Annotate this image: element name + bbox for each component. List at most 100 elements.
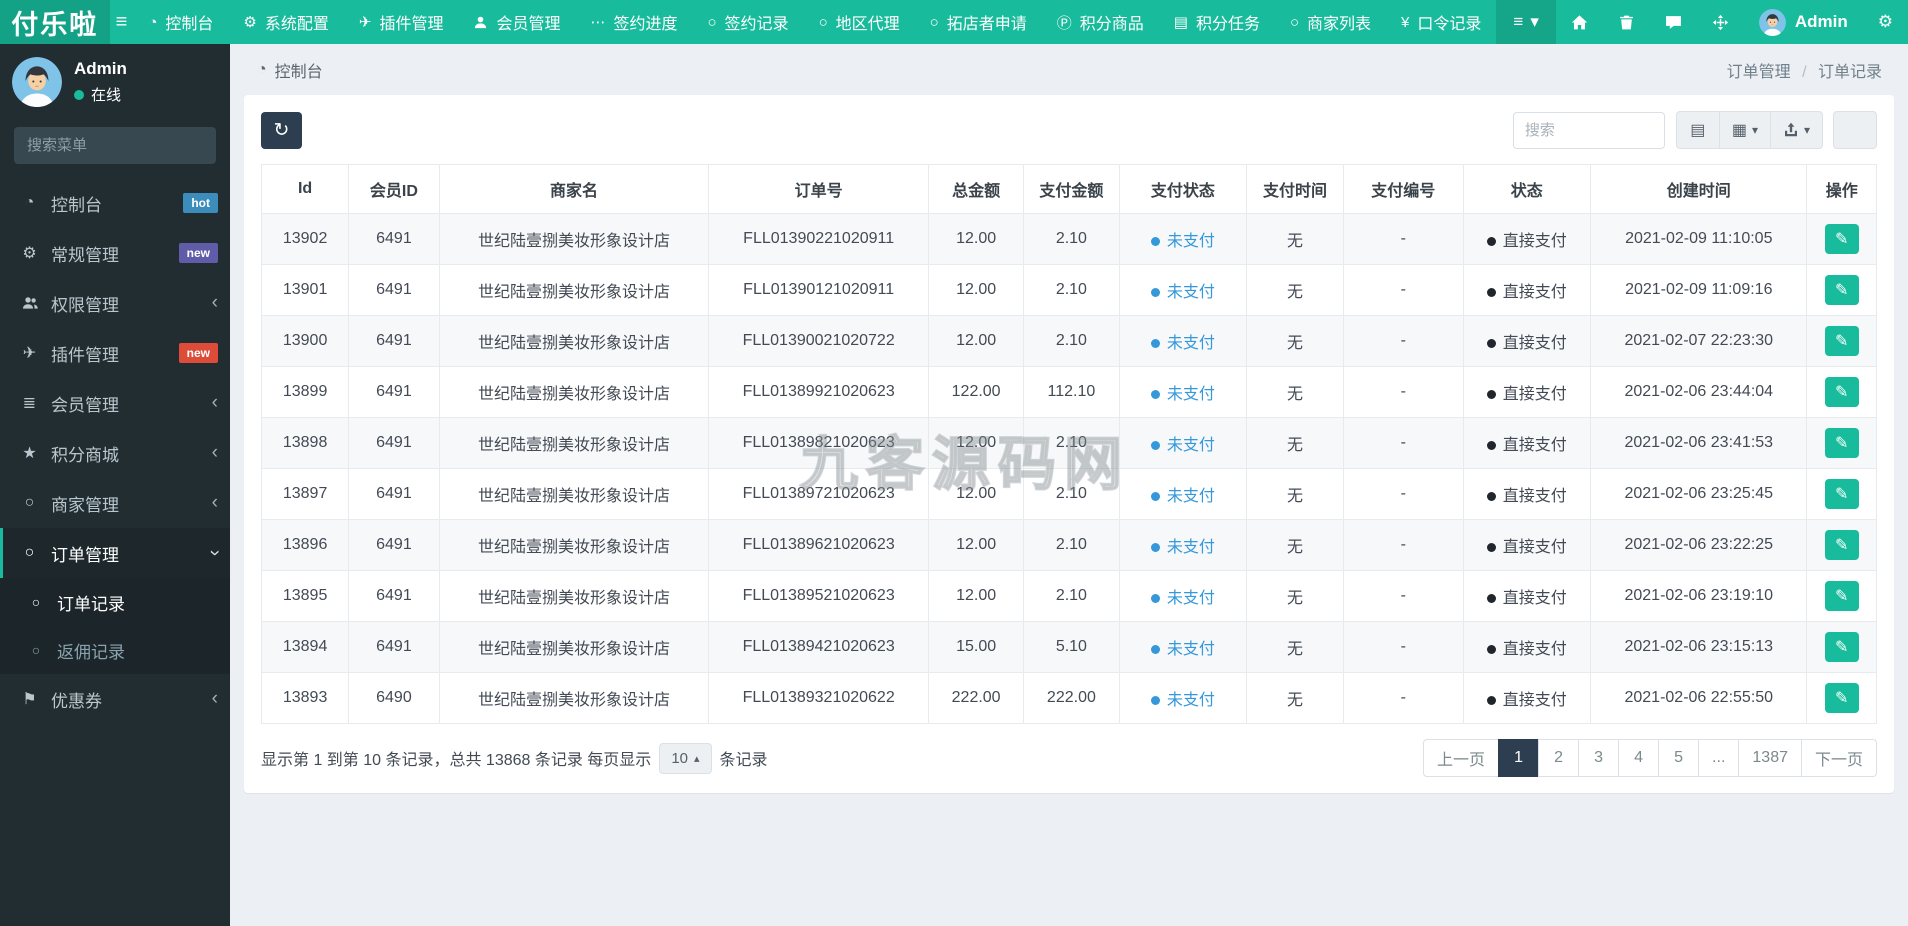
page-1[interactable]: 1 — [1498, 739, 1540, 777]
menu-search-input[interactable] — [14, 127, 216, 164]
page-prev[interactable]: 上一页 — [1423, 739, 1500, 777]
nav-item-plugins[interactable]: ✈ 插件管理 — [344, 0, 459, 44]
table-cell: 12.00 — [927, 468, 1025, 520]
table-cell: 世纪陆壹捌美妆形象设计店 — [438, 621, 710, 673]
home-button[interactable] — [1556, 0, 1603, 44]
advanced-search-button[interactable] — [1833, 111, 1877, 149]
order-status-badge: 直接支付 — [1462, 315, 1592, 367]
created-time-cell: 2021-02-06 23:41:53 — [1590, 417, 1808, 469]
page-next[interactable]: 下一页 — [1800, 739, 1877, 777]
sidebar-item-points-mall[interactable]: ★ 积分商城 ‹ — [0, 428, 230, 478]
online-status: 在线 — [74, 84, 127, 105]
edit-button[interactable]: ✎ — [1824, 428, 1859, 458]
gauge-icon: ◔ — [148, 13, 158, 31]
page-5[interactable]: 5 — [1658, 739, 1700, 777]
page-3[interactable]: 3 — [1578, 739, 1620, 777]
sidebar-item-permissions[interactable]: 权限管理 ‹ — [0, 278, 230, 328]
table-cell: 无 — [1246, 213, 1344, 265]
navbar-user[interactable]: Admin — [1744, 0, 1863, 44]
nav-item-dashboard[interactable]: ◔ 控制台 — [133, 0, 228, 44]
pencil-icon: ✎ — [1835, 690, 1849, 707]
table-cell: FLL01389421020623 — [708, 621, 929, 673]
badge-new: new — [178, 343, 218, 363]
content-header: ◔ 控制台 订单管理 / 订单记录 — [230, 44, 1908, 92]
edit-button[interactable]: ✎ — [1824, 377, 1859, 407]
nav-item-password-records[interactable]: ¥ 口令记录 — [1386, 0, 1496, 44]
status-dot-icon — [1150, 645, 1160, 654]
sidebar-item-dashboard[interactable]: ◔ 控制台 hot — [0, 178, 230, 228]
navbar-right: ≡ ▾ Admin ⚙ — [1496, 0, 1908, 44]
chevron-left-icon: ‹ — [211, 442, 218, 463]
export-button[interactable]: ▾ — [1769, 111, 1823, 149]
pencil-icon: ✎ — [1835, 333, 1849, 350]
breadcrumb-parent[interactable]: 订单管理 — [1727, 64, 1791, 81]
table-cell: 世纪陆壹捌美妆形象设计店 — [438, 366, 710, 418]
app-logo[interactable]: 付乐啦 — [0, 0, 110, 44]
page-ellipsis[interactable]: ... — [1698, 739, 1740, 777]
edit-button[interactable]: ✎ — [1824, 581, 1859, 611]
edit-button[interactable]: ✎ — [1824, 530, 1859, 560]
page-size-select[interactable]: 10 ▴ — [659, 742, 712, 774]
table-cell: 无 — [1246, 366, 1344, 418]
nav-item-store-applications[interactable]: ○ 拓店者申请 — [915, 0, 1042, 44]
navbar-dropdown-toggle[interactable]: ≡ ▾ — [1496, 0, 1556, 44]
nav-item-points-tasks[interactable]: ▤ 积分任务 — [1159, 0, 1275, 44]
nav-item-sign-progress[interactable]: ⋯ 签约进度 — [575, 0, 692, 44]
settings-gear-button[interactable]: ⚙ — [1863, 0, 1908, 44]
table-cell: 13902 — [260, 213, 350, 265]
clipboard-icon: ▤ — [1690, 122, 1706, 139]
refresh-button[interactable]: ↻ — [261, 111, 302, 149]
nav-item-region-agents[interactable]: ○ 地区代理 — [804, 0, 915, 44]
sidebar-toggle-icon[interactable]: ≡ — [110, 0, 134, 44]
edit-button[interactable]: ✎ — [1824, 326, 1859, 356]
nav-item-merchant-list[interactable]: ○ 商家列表 — [1275, 0, 1386, 44]
edit-button[interactable]: ✎ — [1824, 632, 1859, 662]
edit-button[interactable]: ✎ — [1824, 275, 1859, 305]
page-title: ◔ 控制台 — [257, 61, 323, 81]
nav-item-label: 签约进度 — [613, 16, 678, 33]
sidebar-item-orders[interactable]: ○ 订单管理 ‹ — [0, 528, 230, 578]
sidebar-item-merchants[interactable]: ○ 商家管理 ‹ — [0, 478, 230, 528]
sidebar-item-order-records[interactable]: ○ 订单记录 — [0, 578, 230, 626]
table-cell: - — [1343, 468, 1464, 520]
created-time-cell: 2021-02-06 23:19:10 — [1590, 570, 1808, 622]
nav-item-sign-records[interactable]: ○ 签约记录 — [692, 0, 803, 44]
pay-status-badge: 未支付 — [1118, 570, 1248, 622]
status-dot-icon — [1150, 339, 1160, 348]
page-2[interactable]: 2 — [1538, 739, 1580, 777]
created-time-cell: 2021-02-06 23:22:25 — [1590, 519, 1808, 571]
nav-item-label: 系统配置 — [264, 16, 329, 33]
page-4[interactable]: 4 — [1618, 739, 1660, 777]
status-dot-icon — [1486, 543, 1496, 552]
nav-item-label: 拓店者申请 — [946, 16, 1027, 33]
columns-button[interactable]: ▦ ▾ — [1718, 111, 1771, 149]
table-row: 13893 6490 世纪陆壹捌美妆形象设计店 FLL01389321020622 22… — [260, 672, 1877, 724]
ellipsis-icon: ⋯ — [590, 14, 606, 31]
trash-button[interactable] — [1603, 0, 1650, 44]
column-header-10: 创建时间 — [1590, 164, 1808, 214]
edit-button[interactable]: ✎ — [1824, 683, 1859, 713]
table-row: 13899 6491 世纪陆壹捌美妆形象设计店 FLL01389921020623 12… — [260, 366, 1877, 418]
comment-button[interactable] — [1650, 0, 1697, 44]
table-cell: 6491 — [348, 468, 440, 520]
pagination-switch-button[interactable]: ▤ — [1675, 111, 1720, 149]
list-icon: ≣ — [22, 395, 37, 412]
nav-item-system-config[interactable]: ⚙ 系统配置 — [228, 0, 343, 44]
sidebar-item-coupons[interactable]: ⚑ 优惠券 ‹ — [0, 674, 230, 724]
sidebar-item-general[interactable]: ⚙ 常规管理 new — [0, 228, 230, 278]
nav-item-label: 口令记录 — [1417, 16, 1482, 33]
page-1387[interactable]: 1387 — [1738, 739, 1802, 777]
edit-button[interactable]: ✎ — [1824, 224, 1859, 254]
nav-item-points-goods[interactable]: Ⓟ 积分商品 — [1042, 0, 1159, 44]
table-cell: FLL01389721020623 — [708, 468, 929, 520]
sidebar-item-plugins[interactable]: ✈ 插件管理 new — [0, 328, 230, 378]
sidebar-item-members[interactable]: ≣ 会员管理 ‹ — [0, 378, 230, 428]
nav-item-members[interactable]: 会员管理 — [458, 0, 575, 44]
pencil-icon: ✎ — [1835, 231, 1849, 248]
edit-button[interactable]: ✎ — [1824, 479, 1859, 509]
table-footer: 显示第 1 到第 10 条记录，总共 13868 条记录 每页显示 10 ▴ 条… — [261, 739, 1877, 777]
chevron-left-icon: ‹ — [211, 392, 218, 413]
sidebar-item-rebate-records[interactable]: ○ 返佣记录 — [0, 626, 230, 674]
expand-button[interactable] — [1697, 0, 1744, 44]
table-search-input[interactable] — [1512, 111, 1665, 149]
